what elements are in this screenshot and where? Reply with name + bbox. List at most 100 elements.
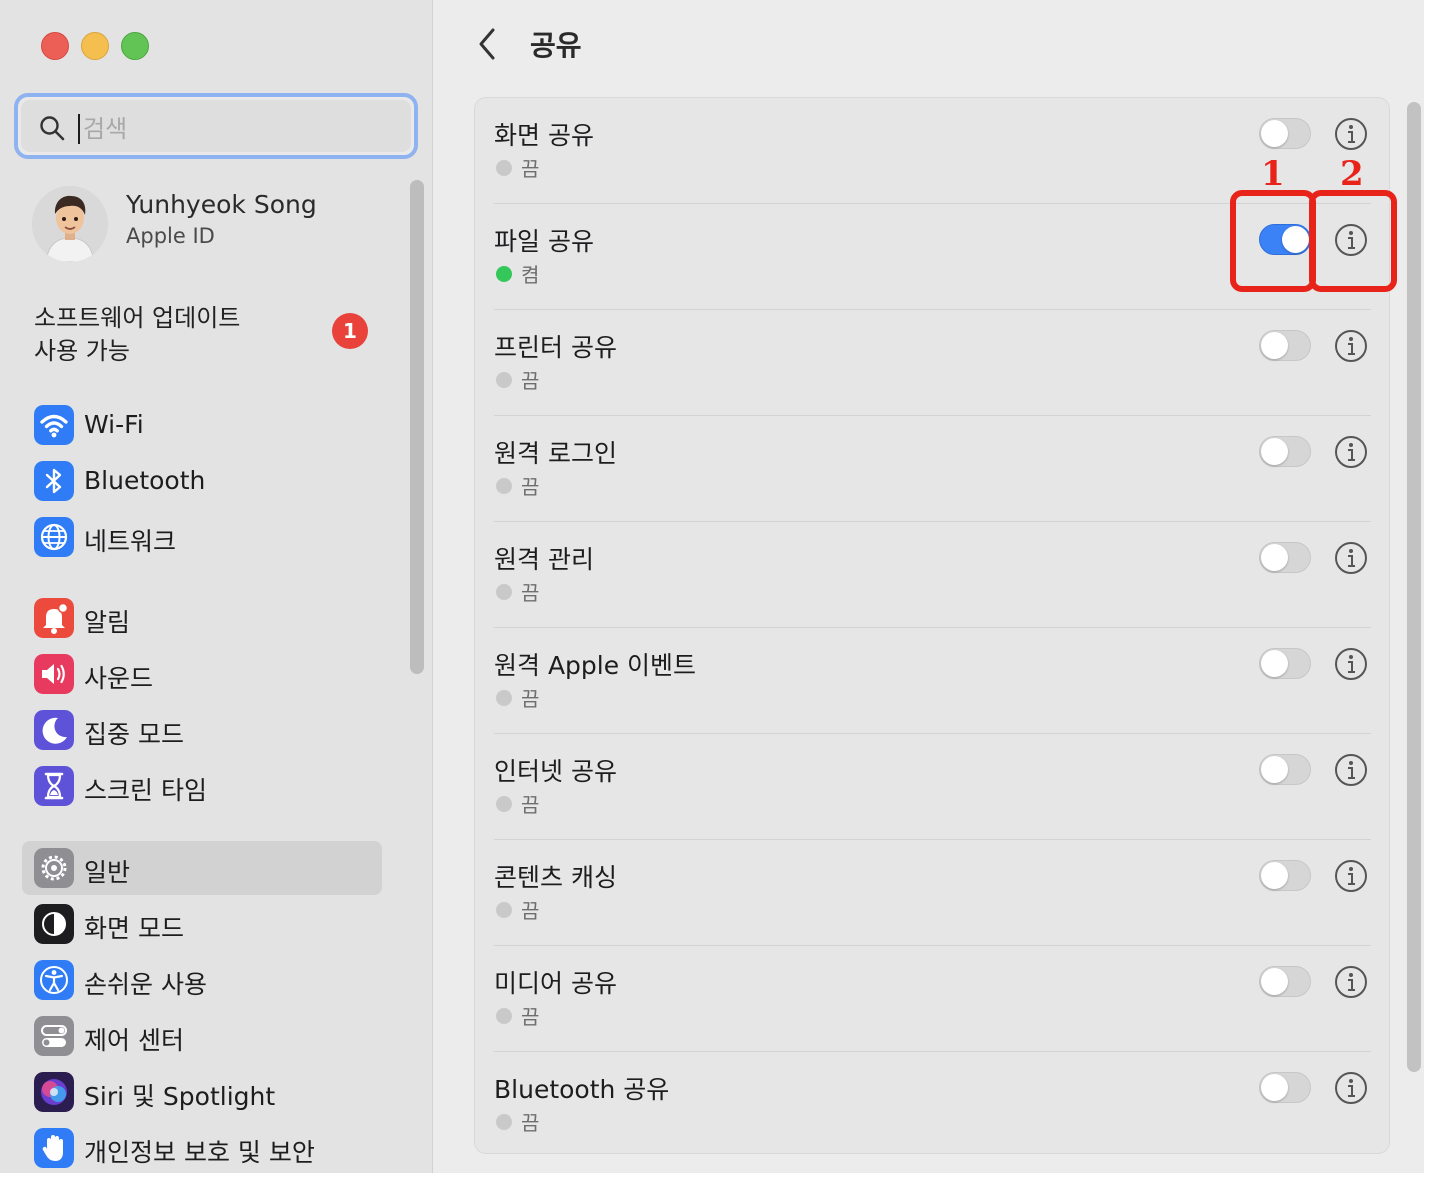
row-status: 켬 xyxy=(521,263,540,287)
sidebar: Yunhyeok Song Apple ID 소프트웨어 업데이트 사용 가능 … xyxy=(0,0,433,1173)
status-dot xyxy=(496,266,512,282)
row-title: 파일 공유 xyxy=(494,227,594,256)
toggle-knob xyxy=(1261,120,1288,147)
list-item-remote-login: 원격 로그인 끔 xyxy=(475,416,1389,522)
internet-sharing-toggle[interactable] xyxy=(1259,754,1311,785)
toggle-knob xyxy=(1261,438,1288,465)
sidebar-item-label: 화면 모드 xyxy=(84,914,184,943)
sidebar-item-control-center[interactable]: 제어 센터 xyxy=(22,1009,382,1063)
sidebar-item-general[interactable]: 일반 xyxy=(22,841,382,895)
status-dot xyxy=(496,690,512,706)
scrollbar-thumb[interactable] xyxy=(1407,102,1421,1072)
printer-sharing-toggle[interactable] xyxy=(1259,330,1311,361)
back-chevron-icon[interactable] xyxy=(473,24,503,64)
annotation-box-2 xyxy=(1309,190,1397,292)
screen-sharing-toggle[interactable] xyxy=(1259,118,1311,149)
globe-icon xyxy=(34,517,74,557)
sidebar-item-label: 네트워크 xyxy=(84,527,177,556)
sidebar-item-accessibility[interactable]: 손쉬운 사용 xyxy=(22,953,382,1007)
row-title: Bluetooth 공유 xyxy=(494,1075,670,1104)
info-icon[interactable] xyxy=(1334,753,1368,787)
sidebar-item-notifications[interactable]: 알림 xyxy=(22,591,382,645)
sidebar-item-bluetooth[interactable]: Bluetooth xyxy=(22,454,382,508)
info-icon[interactable] xyxy=(1334,117,1368,151)
sidebar-scrollbar[interactable] xyxy=(410,180,424,674)
bell-icon xyxy=(34,598,74,638)
bluetooth-sharing-toggle[interactable] xyxy=(1259,1072,1311,1103)
page-title: 공유 xyxy=(530,29,582,62)
list-item-bluetooth-sharing: Bluetooth 공유 끔 xyxy=(475,1052,1389,1158)
sidebar-item-focus[interactable]: 집중 모드 xyxy=(22,703,382,757)
main-scrollbar[interactable] xyxy=(1405,97,1423,1073)
toggle-knob xyxy=(1261,544,1288,571)
apple-id-profile[interactable]: Yunhyeok Song Apple ID xyxy=(32,186,392,262)
software-update-sublabel: 사용 가능 xyxy=(34,337,130,365)
status-dot xyxy=(496,1008,512,1024)
info-icon[interactable] xyxy=(1334,435,1368,469)
accessibility-icon xyxy=(34,960,74,1000)
toggle-knob xyxy=(1261,650,1288,677)
annotation-label-1: 1 xyxy=(1261,154,1285,194)
list-item-media-sharing: 미디어 공유 끔 xyxy=(475,946,1389,1052)
info-icon[interactable] xyxy=(1334,329,1368,363)
text-caret xyxy=(78,114,80,144)
status-dot xyxy=(496,372,512,388)
zoom-window-button[interactable] xyxy=(121,32,149,60)
sidebar-item-label: Bluetooth xyxy=(84,466,206,495)
status-dot xyxy=(496,160,512,176)
siri-icon xyxy=(34,1072,74,1112)
sidebar-item-sound[interactable]: 사운드 xyxy=(22,647,382,701)
info-icon[interactable] xyxy=(1334,859,1368,893)
sidebar-item-label: 집중 모드 xyxy=(84,720,184,749)
row-status: 끔 xyxy=(521,475,540,499)
sidebar-item-network[interactable]: 네트워크 xyxy=(22,510,382,564)
row-status: 끔 xyxy=(521,157,540,181)
list-item-content-caching: 콘텐츠 캐싱 끔 xyxy=(475,840,1389,946)
info-icon[interactable] xyxy=(1334,1071,1368,1105)
speaker-icon xyxy=(34,654,74,694)
wifi-icon xyxy=(34,405,74,445)
row-title: 원격 관리 xyxy=(494,545,594,574)
sidebar-item-label: 스크린 타임 xyxy=(84,776,207,805)
row-status: 끔 xyxy=(521,369,540,393)
profile-name: Yunhyeok Song xyxy=(126,190,317,219)
annotation-box-1 xyxy=(1230,190,1316,292)
row-title: 미디어 공유 xyxy=(494,969,617,998)
info-icon[interactable] xyxy=(1334,647,1368,681)
close-window-button[interactable] xyxy=(41,32,69,60)
info-icon[interactable] xyxy=(1334,541,1368,575)
toggle-knob xyxy=(1261,968,1288,995)
software-update-notice[interactable]: 소프트웨어 업데이트 사용 가능 1 xyxy=(34,298,394,368)
content-caching-toggle[interactable] xyxy=(1259,860,1311,891)
sidebar-item-label: 손쉬운 사용 xyxy=(84,970,207,999)
sidebar-item-screen-time[interactable]: 스크린 타임 xyxy=(22,759,382,813)
sidebar-item-wifi[interactable]: Wi-Fi xyxy=(22,398,382,452)
search-field[interactable] xyxy=(14,93,418,159)
sidebar-item-label: 사운드 xyxy=(84,664,154,693)
row-title: 화면 공유 xyxy=(494,121,594,150)
toggle-knob xyxy=(1261,756,1288,783)
control-center-icon xyxy=(34,1016,74,1056)
row-status: 끔 xyxy=(521,581,540,605)
system-settings-window: Yunhyeok Song Apple ID 소프트웨어 업데이트 사용 가능 … xyxy=(0,0,1424,1173)
status-dot xyxy=(496,796,512,812)
status-dot xyxy=(496,478,512,494)
media-sharing-toggle[interactable] xyxy=(1259,966,1311,997)
sidebar-item-privacy-security[interactable]: 개인정보 보호 및 보안 xyxy=(22,1121,382,1173)
list-item-screen-sharing: 화면 공유 끔 xyxy=(475,98,1389,204)
remote-apple-events-toggle[interactable] xyxy=(1259,648,1311,679)
avatar xyxy=(32,186,108,262)
row-title: 콘텐츠 캐싱 xyxy=(494,863,617,892)
search-input[interactable] xyxy=(81,110,385,148)
list-item-internet-sharing: 인터넷 공유 끔 xyxy=(475,734,1389,840)
row-title: 원격 Apple 이벤트 xyxy=(494,651,697,680)
info-icon[interactable] xyxy=(1334,965,1368,999)
sidebar-item-label: Wi-Fi xyxy=(84,410,144,439)
search-icon xyxy=(40,116,65,141)
sidebar-item-siri-spotlight[interactable]: Siri 및 Spotlight xyxy=(22,1065,382,1119)
remote-management-toggle[interactable] xyxy=(1259,542,1311,573)
minimize-window-button[interactable] xyxy=(81,32,109,60)
sidebar-item-appearance[interactable]: 화면 모드 xyxy=(22,897,382,951)
remote-login-toggle[interactable] xyxy=(1259,436,1311,467)
list-item-remote-apple-events: 원격 Apple 이벤트 끔 xyxy=(475,628,1389,734)
